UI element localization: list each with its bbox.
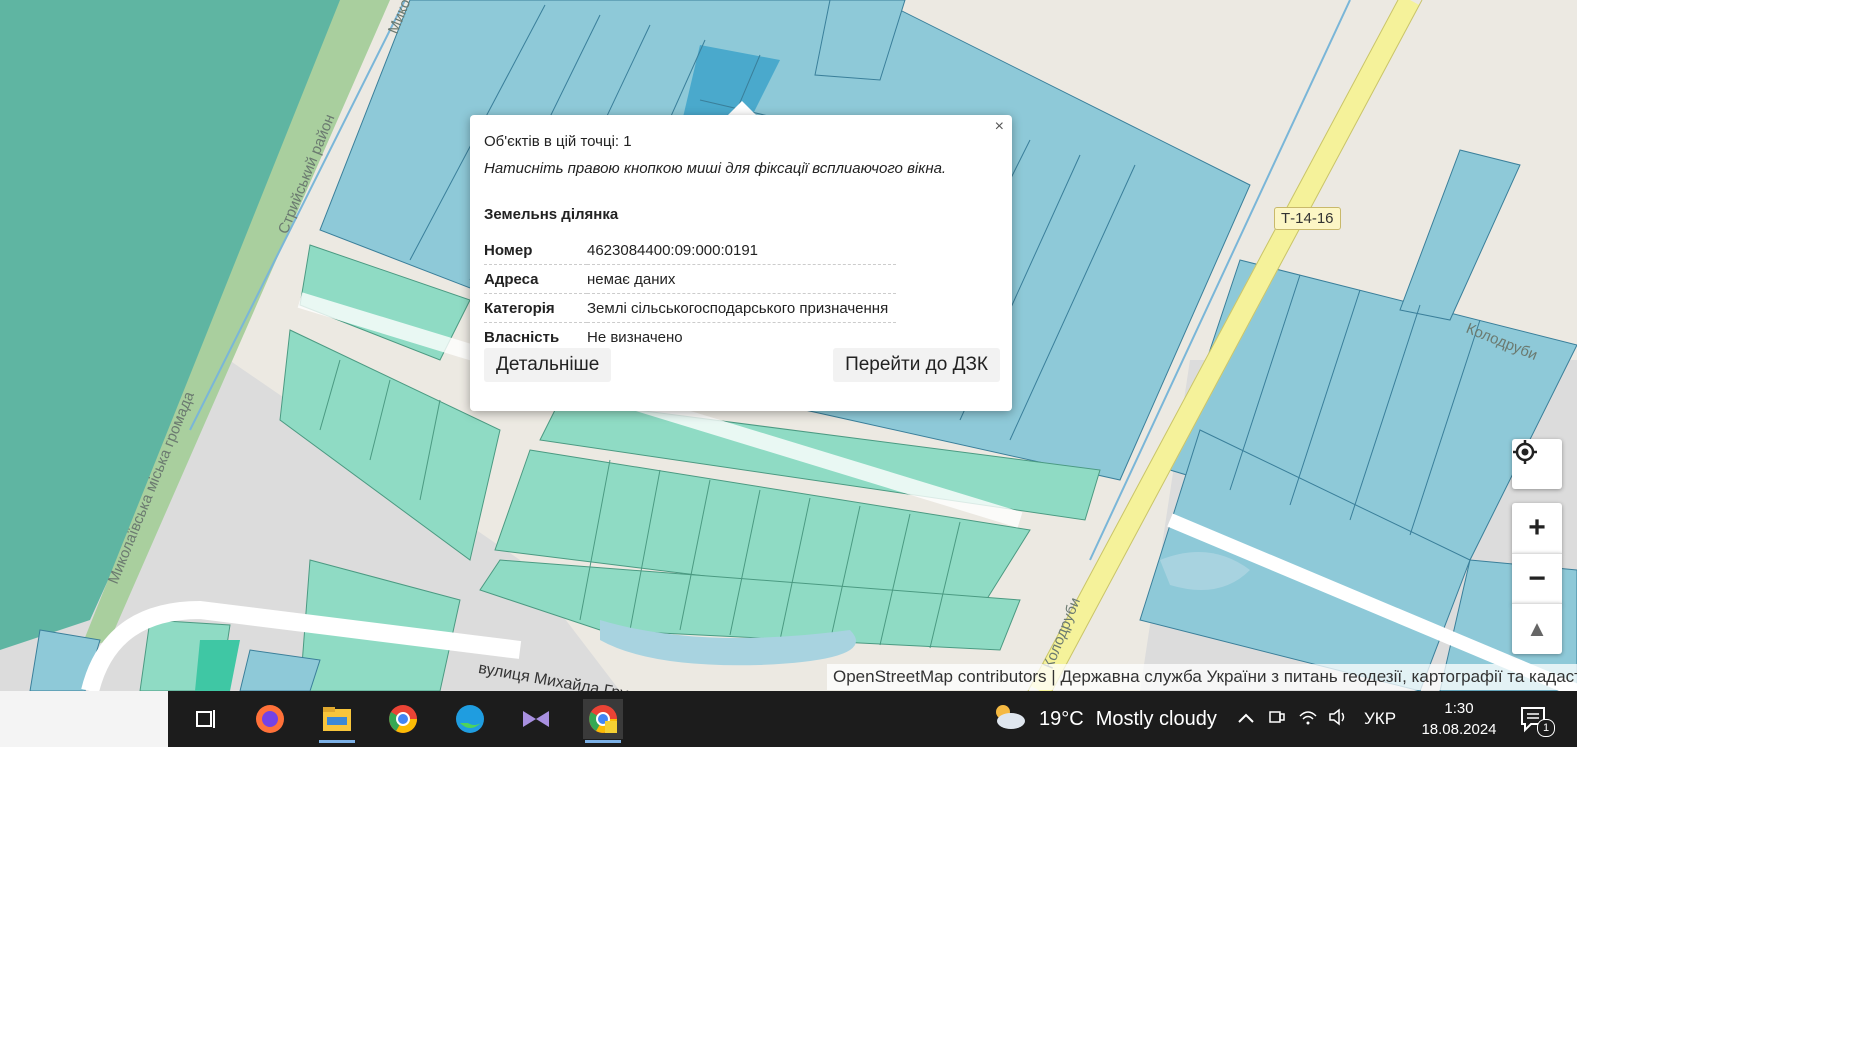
row-key-ownership: Власність — [484, 328, 560, 346]
map-attribution: OpenStreetMap contributors | Державна сл… — [827, 664, 1577, 690]
zoom-in-button[interactable]: + — [1512, 503, 1562, 553]
visual-studio-icon[interactable] — [516, 699, 556, 739]
language-indicator[interactable]: УКР — [1364, 709, 1396, 729]
chevron-up-icon[interactable] — [1238, 709, 1254, 729]
attribution-separator: | — [1051, 667, 1056, 686]
row-value-number: 4623084400:09:000:0191 — [587, 236, 897, 265]
edge-icon[interactable] — [450, 699, 490, 739]
go-to-dzk-button[interactable]: Перейти до ДЗК — [833, 348, 1000, 382]
screen-viewport: Стрийський район Миколаївська міська гро… — [0, 0, 1577, 747]
notification-center-button[interactable]: 1 — [1515, 701, 1555, 737]
weather-widget[interactable]: 19°C Mostly cloudy — [991, 691, 1217, 747]
row-key-category: Категорія — [484, 293, 587, 323]
popup-tip — [727, 101, 757, 116]
clock-date: 18.08.2024 — [1421, 721, 1497, 738]
notification-count-badge: 1 — [1537, 719, 1555, 737]
wifi-icon[interactable] — [1298, 708, 1318, 731]
row-key-address: Адреса — [484, 264, 587, 294]
row-value-ownership: Не визначено — [587, 328, 683, 346]
chrome-profile-icon[interactable] — [583, 699, 623, 743]
locate-icon — [1513, 440, 1537, 464]
compass-north-button[interactable]: ▲ — [1512, 603, 1562, 654]
map-canvas[interactable]: Стрийський район Миколаївська міська гро… — [0, 0, 1577, 691]
details-button[interactable]: Детальніше — [484, 348, 612, 382]
road-label: Т-14-16 — [1274, 207, 1341, 230]
popup-object-count: Об'єктів в цій точці: 1 — [484, 133, 632, 150]
locate-button[interactable] — [1512, 439, 1562, 489]
system-tray: УКР — [1238, 691, 1396, 747]
file-explorer-icon[interactable] — [317, 699, 357, 743]
weather-desc: Mostly cloudy — [1095, 707, 1217, 730]
zoom-out-button[interactable]: − — [1512, 553, 1562, 604]
chrome-icon[interactable] — [383, 699, 423, 739]
row-key-number: Номер — [484, 236, 587, 265]
feature-popup: × Об'єктів в цій точці: 1 Натисніть прав… — [470, 115, 1012, 411]
row-value-category: Землі сільськогосподарського призначення — [587, 293, 897, 323]
clock-time: 1:30 — [1444, 700, 1474, 717]
table-row: Номер 4623084400:09:000:0191 — [484, 236, 897, 265]
popup-close-button[interactable]: × — [995, 119, 1004, 135]
table-row: Власність Не визначено — [484, 323, 896, 352]
popup-hint: Натисніть правою кнопкою миші для фіксац… — [484, 160, 947, 177]
weather-temp: 19°C — [1039, 707, 1084, 730]
meet-now-icon[interactable] — [1268, 708, 1286, 731]
table-row: Адреса немає даних — [484, 264, 897, 294]
attribution-osm-link[interactable]: OpenStreetMap contributors — [833, 667, 1047, 686]
clock[interactable]: 1:30 18.08.2024 — [1414, 698, 1504, 740]
popup-section-title: Земельнs ділянка — [484, 206, 619, 223]
volume-icon[interactable] — [1328, 707, 1348, 731]
windows-taskbar: 19°C Mostly cloudy УКР 1:30 18.08.2024 1 — [168, 691, 1577, 747]
cloud-icon — [991, 702, 1027, 736]
table-row: Категорія Землі сільськогосподарського п… — [484, 293, 897, 323]
attribution-dzk: Державна служба України з питань геодезі… — [1060, 667, 1577, 686]
task-view-icon[interactable] — [186, 699, 226, 739]
row-value-address: немає даних — [587, 264, 897, 294]
firefox-icon[interactable] — [250, 699, 290, 739]
taskbar-search-area[interactable] — [0, 691, 168, 747]
parcel-info-table: Номер 4623084400:09:000:0191 Адреса нема… — [484, 236, 897, 352]
